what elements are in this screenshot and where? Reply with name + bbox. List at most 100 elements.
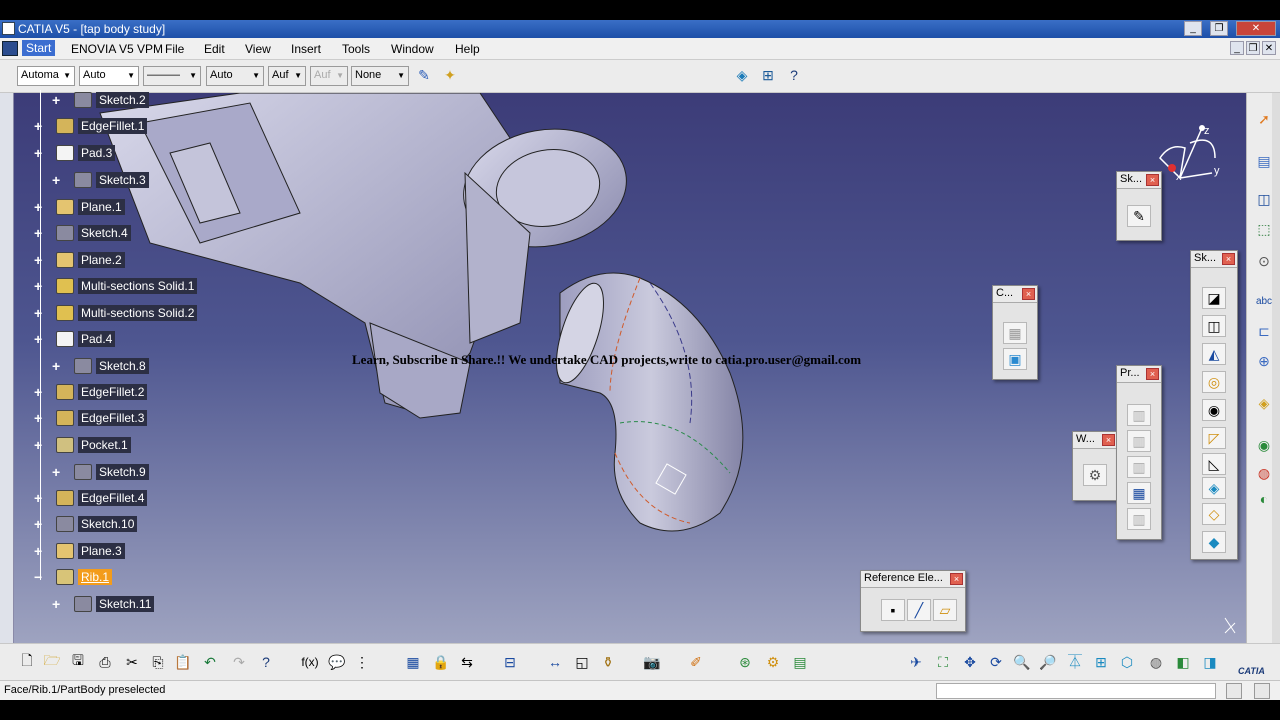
select-icon[interactable]: ➚ bbox=[1254, 109, 1274, 129]
new-icon[interactable]: 🗋 bbox=[17, 652, 37, 672]
constraint-icon[interactable]: ⬚ bbox=[1254, 219, 1274, 239]
expand-icon[interactable]: + bbox=[34, 491, 42, 505]
iso-view-icon[interactable]: ⬡ bbox=[1117, 652, 1137, 672]
whats-this-icon[interactable]: ? bbox=[784, 65, 804, 85]
remove-multi-sections-button[interactable]: ◆ bbox=[1202, 531, 1226, 553]
shading-icon[interactable]: ◍ bbox=[1146, 652, 1166, 672]
expand-icon[interactable]: + bbox=[34, 146, 42, 160]
expand-icon[interactable]: + bbox=[34, 411, 42, 425]
menu-window[interactable]: Window bbox=[391, 42, 434, 56]
apply-material-icon[interactable]: ◉ bbox=[1254, 435, 1274, 455]
tree-item[interactable]: Sketch.8 bbox=[74, 356, 149, 376]
expand-icon[interactable]: + bbox=[52, 173, 60, 187]
layer-combo[interactable]: Auf ▼ bbox=[310, 66, 348, 86]
expand-icon[interactable]: + bbox=[34, 226, 42, 240]
apply-material-bottom-icon[interactable]: ✐ bbox=[686, 652, 706, 672]
pad-button[interactable]: ◪ bbox=[1202, 287, 1226, 309]
measure-icon[interactable]: ◫ bbox=[1254, 189, 1274, 209]
tree-item[interactable]: Plane.1 bbox=[56, 197, 125, 217]
cut-icon[interactable]: ✂ bbox=[122, 652, 142, 672]
tree-scroll-strip[interactable] bbox=[0, 93, 14, 643]
tree-item[interactable]: Multi-sections Solid.2 bbox=[56, 303, 198, 323]
expand-icon[interactable]: + bbox=[34, 253, 42, 267]
profile-button-4[interactable]: ▦ bbox=[1127, 482, 1151, 504]
network-icon[interactable]: ⊞ bbox=[758, 65, 778, 85]
tree-item[interactable]: EdgeFillet.1 bbox=[56, 116, 148, 136]
expand-icon[interactable]: + bbox=[52, 465, 60, 479]
comment-icon[interactable]: 💬 bbox=[327, 652, 347, 672]
rib-button[interactable]: ◸ bbox=[1202, 427, 1226, 449]
tree-item[interactable]: EdgeFillet.3 bbox=[56, 408, 148, 428]
tree-item[interactable]: Plane.3 bbox=[56, 541, 125, 561]
minimize-button[interactable]: _ bbox=[1184, 21, 1202, 36]
close-icon[interactable]: × bbox=[1102, 434, 1115, 446]
tree-item[interactable]: Rib.1 bbox=[56, 567, 113, 587]
menu-start[interactable]: Start bbox=[22, 40, 56, 56]
close-button[interactable]: ✕ bbox=[1236, 21, 1276, 36]
profile-button-3[interactable]: ▥ bbox=[1127, 456, 1151, 478]
menu-help[interactable]: Help bbox=[455, 42, 480, 56]
tree-item[interactable]: Sketch.2 bbox=[74, 90, 149, 110]
right-scrollbar[interactable] bbox=[1272, 93, 1280, 643]
multi-sections-button[interactable]: ◇ bbox=[1202, 503, 1226, 525]
knowledge-advisor-icon[interactable]: ⚙ bbox=[763, 652, 783, 672]
slot-button[interactable]: ◺ bbox=[1202, 453, 1226, 475]
hide-show-icon[interactable]: ◧ bbox=[1173, 652, 1193, 672]
expand-icon[interactable]: + bbox=[34, 544, 42, 558]
doc-minimize-button[interactable]: _ bbox=[1230, 41, 1244, 55]
update-icon[interactable]: ⇆ bbox=[457, 652, 477, 672]
collapse-icon[interactable]: − bbox=[34, 570, 42, 584]
pocket-button[interactable]: ◫ bbox=[1202, 315, 1226, 337]
origin-icon[interactable]: ⊙ bbox=[1254, 251, 1274, 271]
doc-close-button[interactable]: ✕ bbox=[1262, 41, 1276, 55]
tree-item[interactable]: Sketch.3 bbox=[74, 170, 149, 190]
groove-button[interactable]: ◎ bbox=[1202, 371, 1226, 393]
expand-icon[interactable]: + bbox=[34, 385, 42, 399]
zoom-out-icon[interactable]: 🔎 bbox=[1038, 652, 1058, 672]
profile-icon[interactable]: ⊏ bbox=[1254, 321, 1274, 341]
rotate-icon[interactable]: ⟳ bbox=[986, 652, 1006, 672]
properties-icon[interactable]: ✦ bbox=[440, 65, 460, 85]
line-button[interactable]: ╱ bbox=[907, 599, 931, 621]
expand-icon[interactable]: + bbox=[52, 359, 60, 373]
point-combo[interactable]: Auf ▼ bbox=[268, 66, 306, 86]
fit-all-icon[interactable]: ⛶ bbox=[933, 652, 953, 672]
whats-this-bottom-icon[interactable]: ? bbox=[256, 652, 276, 672]
doc-restore-button[interactable]: ❐ bbox=[1246, 41, 1260, 55]
inertia-icon[interactable]: ⚱ bbox=[598, 652, 618, 672]
profile-button-5[interactable]: ▥ bbox=[1127, 508, 1151, 530]
close-icon[interactable]: × bbox=[1022, 288, 1035, 300]
tree-item[interactable]: Plane.2 bbox=[56, 250, 125, 270]
normal-view-icon[interactable]: ⏄ bbox=[1065, 652, 1085, 672]
insert-body-icon[interactable]: ⊟ bbox=[500, 652, 520, 672]
close-icon[interactable]: × bbox=[1222, 253, 1235, 265]
redo-icon[interactable]: ↷ bbox=[229, 652, 249, 672]
shaft-button[interactable]: ◭ bbox=[1202, 343, 1226, 365]
expand-icon[interactable]: + bbox=[34, 438, 42, 452]
tree-item[interactable]: Sketch.10 bbox=[56, 514, 138, 534]
rule-icon[interactable]: ⋮ bbox=[352, 652, 372, 672]
catalog-icon[interactable]: ◈ bbox=[732, 65, 752, 85]
formula-icon[interactable]: f(x) bbox=[300, 652, 320, 672]
tree-item[interactable]: Sketch.9 bbox=[74, 462, 149, 482]
thickness-combo[interactable]: Auto ▼ bbox=[206, 66, 264, 86]
close-icon[interactable]: × bbox=[1146, 174, 1159, 186]
profile-button-2[interactable]: ▥ bbox=[1127, 430, 1151, 452]
hole-button[interactable]: ◉ bbox=[1202, 399, 1226, 421]
undo-icon[interactable]: ↶ bbox=[200, 652, 220, 672]
parameters-icon[interactable]: ▤ bbox=[790, 652, 810, 672]
tree-item[interactable]: Sketch.11 bbox=[74, 594, 155, 614]
painter-icon[interactable]: ✎ bbox=[414, 65, 434, 85]
status-icon-2[interactable] bbox=[1254, 683, 1270, 699]
tree-item[interactable]: EdgeFillet.2 bbox=[56, 382, 148, 402]
fly-icon[interactable]: ✈ bbox=[906, 652, 926, 672]
menu-view[interactable]: View bbox=[245, 42, 271, 56]
layer-none-combo[interactable]: None ▼ bbox=[351, 66, 409, 86]
swap-space-icon[interactable]: ◨ bbox=[1200, 652, 1220, 672]
render-icon[interactable]: ◍ bbox=[1254, 463, 1274, 483]
expand-icon[interactable]: + bbox=[34, 200, 42, 214]
stiffener-button[interactable]: ◈ bbox=[1202, 477, 1226, 499]
linetype-combo[interactable]: ——— ▼ bbox=[143, 66, 201, 86]
status-icon-1[interactable] bbox=[1226, 683, 1242, 699]
distance-icon[interactable]: ↔ bbox=[545, 652, 565, 672]
